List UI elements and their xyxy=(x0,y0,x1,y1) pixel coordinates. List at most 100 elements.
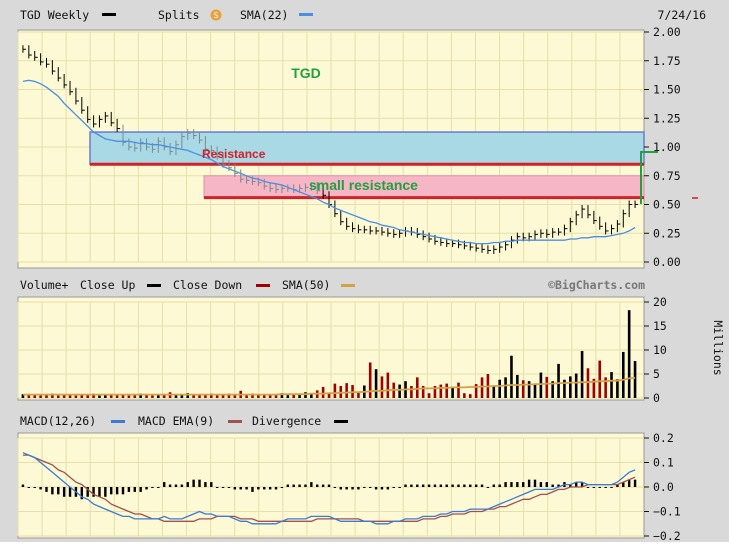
divergence-bar xyxy=(551,484,554,487)
volume-tick-label: 5 xyxy=(653,367,660,381)
volume-tick-label: 10 xyxy=(653,343,667,357)
volume-bar-down xyxy=(151,395,154,398)
divergence-bar xyxy=(610,487,613,488)
price-legend-swatch xyxy=(102,13,116,16)
volume-bar-up xyxy=(286,395,290,398)
volume-bar-up xyxy=(492,385,496,398)
splits-label[interactable]: Splits xyxy=(158,8,200,22)
volume-bar-down xyxy=(445,383,449,398)
volume-bar-down xyxy=(262,395,266,398)
volume-bar-down xyxy=(86,395,89,398)
volume-bar-up xyxy=(451,386,454,398)
svg-text:S: S xyxy=(214,11,219,20)
divergence-bar xyxy=(233,487,237,490)
price-tick-label: 1.50 xyxy=(653,83,681,97)
divergence-bar xyxy=(45,487,48,492)
volume-bar-down xyxy=(380,376,384,398)
volume-bar-down xyxy=(480,377,484,398)
divergence-bar xyxy=(410,484,413,487)
price-tick-label: 1.75 xyxy=(653,54,681,68)
divergence-bar xyxy=(57,487,60,495)
volume-bar-up xyxy=(510,355,513,398)
volume-bar-up xyxy=(633,361,637,398)
divergence-bar xyxy=(215,487,219,488)
macd-swatch xyxy=(111,420,125,423)
divergence-bar xyxy=(357,487,360,490)
divergence-bar xyxy=(292,484,295,487)
divergence-bar xyxy=(115,487,119,495)
volume-bar-up xyxy=(533,384,537,398)
divergence-bar xyxy=(39,487,42,490)
volume-bar-down xyxy=(45,395,48,398)
divergence-bar xyxy=(310,482,313,487)
price-tick-label: 2.00 xyxy=(653,25,681,39)
divergence-bar xyxy=(333,487,337,488)
divergence-bar xyxy=(498,484,501,487)
volume-bar-up xyxy=(174,395,178,398)
divergence-bar xyxy=(533,479,537,487)
divergence-bar xyxy=(174,484,178,487)
macd-tick-label: 0.0 xyxy=(653,480,674,494)
divergence-bar xyxy=(198,479,201,487)
divergence-bar xyxy=(374,487,378,490)
divergence-label: Divergence xyxy=(252,414,321,428)
price-y-axis: 2.001.751.501.251.000.750.500.250.00 xyxy=(644,25,681,269)
divergence-bar xyxy=(492,484,495,487)
volume-bar-up xyxy=(310,394,313,398)
divergence-bar xyxy=(327,484,331,487)
volume-bar-down xyxy=(333,383,337,398)
divergence-bar xyxy=(62,487,66,497)
price-tick-label: 0.00 xyxy=(653,255,681,269)
volume-bar-down xyxy=(427,393,431,398)
divergence-bar xyxy=(439,484,443,487)
volume-bar-down xyxy=(74,395,78,398)
divergence-bar xyxy=(445,484,448,487)
divergence-bar xyxy=(398,487,401,488)
close-up-swatch xyxy=(147,284,161,287)
volume-bar-down xyxy=(56,395,60,398)
volume-bar-down xyxy=(457,382,460,398)
divergence-bar xyxy=(339,487,342,490)
volume-bar-up xyxy=(610,372,613,398)
volume-bar-down xyxy=(345,383,348,398)
volume-bar-down xyxy=(439,384,443,398)
divergence-swatch xyxy=(334,420,348,423)
divergence-bar xyxy=(204,482,207,487)
volume-bar-down xyxy=(586,368,590,398)
divergence-bar xyxy=(192,479,195,487)
divergence-bar xyxy=(21,484,25,487)
bigcharts-watermark: ©BigCharts.com xyxy=(548,278,645,292)
volume-tick-label: 20 xyxy=(653,295,667,309)
divergence-bar xyxy=(180,484,184,487)
close-down-swatch xyxy=(256,284,270,287)
divergence-bar xyxy=(586,487,590,488)
divergence-bar xyxy=(268,487,272,490)
divergence-bar xyxy=(286,484,289,487)
divergence-bar xyxy=(504,482,507,487)
divergence-bar xyxy=(186,482,189,487)
volume-bar-down xyxy=(109,395,113,398)
divergence-bar xyxy=(127,487,131,492)
splits-coin-icon[interactable]: S xyxy=(210,9,222,21)
divergence-bar xyxy=(386,487,390,490)
price-tick-label: 0.25 xyxy=(653,226,681,240)
divergence-bar xyxy=(480,484,484,487)
sma22-legend-swatch xyxy=(299,13,313,16)
volume-bar-up xyxy=(304,392,307,398)
divergence-bar xyxy=(404,484,407,487)
macd-y-axis: 0.2 0.1 0.0 −0.1 −0.2 xyxy=(644,431,681,543)
volume-label: Volume+ xyxy=(20,278,69,292)
volume-bar-up xyxy=(504,377,507,398)
divergence-bar xyxy=(33,487,36,488)
chart-title: TGD Weekly xyxy=(20,8,89,22)
divergence-bar xyxy=(210,482,213,487)
macd-tick-label: 0.1 xyxy=(653,456,674,470)
volume-bar-up xyxy=(98,395,101,398)
divergence-bar xyxy=(110,487,113,495)
volume-bar-up xyxy=(569,376,572,398)
divergence-bar xyxy=(27,487,31,488)
divergence-bar xyxy=(527,479,531,487)
volume-bar-up xyxy=(374,369,378,398)
volume-bar-down xyxy=(321,386,325,398)
volume-bar-down xyxy=(62,395,66,398)
